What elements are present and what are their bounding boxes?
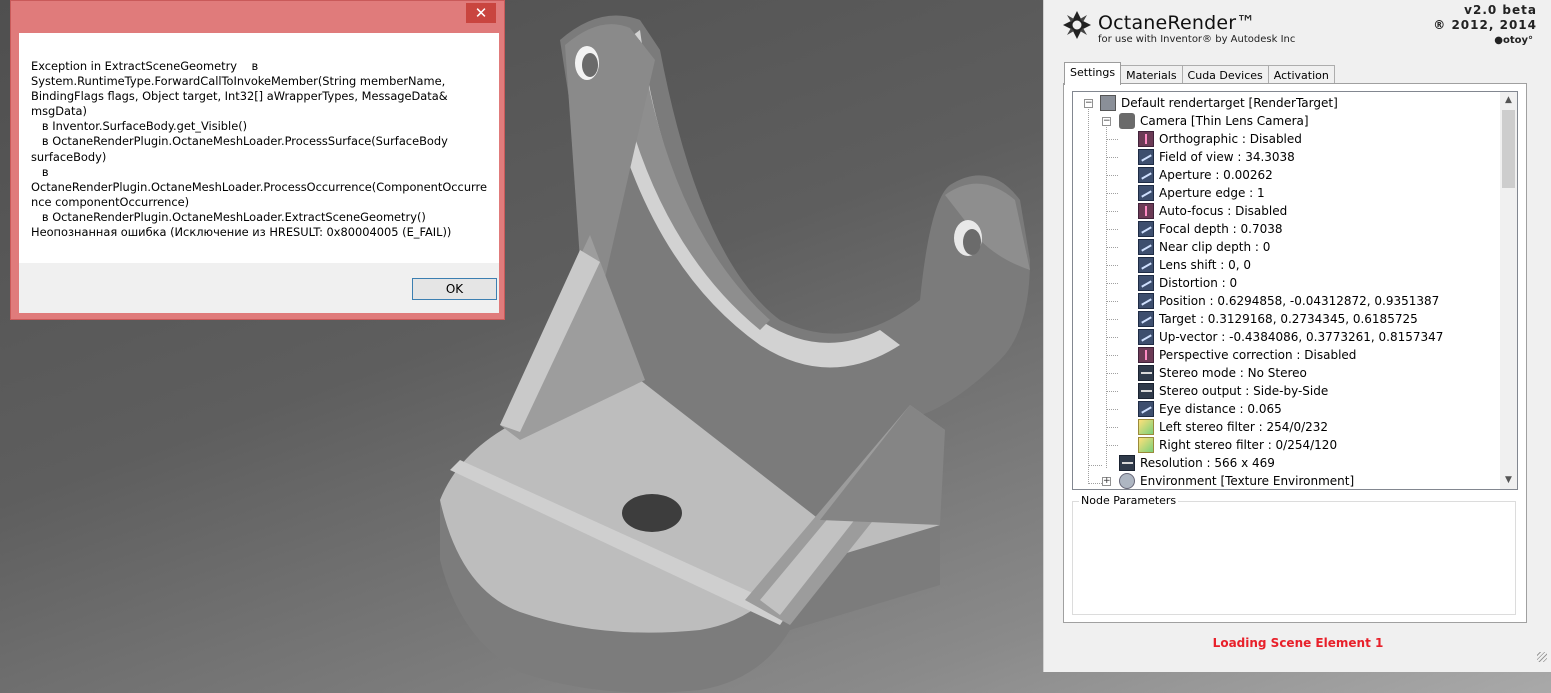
- tree-scrollbar[interactable]: ▲ ▼: [1500, 92, 1517, 489]
- settings-tab-page: − Default rendertarget [RenderTarget] − …: [1063, 83, 1527, 623]
- ok-button[interactable]: OK: [412, 278, 497, 300]
- collapse-icon[interactable]: −: [1102, 117, 1111, 126]
- tab-settings[interactable]: Settings: [1064, 62, 1122, 85]
- tree-node-camera-param[interactable]: Field of view : 34.3038: [1073, 148, 1493, 166]
- tree-node-camera-param[interactable]: Right stereo filter : 0/254/120: [1073, 436, 1493, 454]
- tree-node-label: Aperture edge : 1: [1159, 186, 1265, 200]
- float-icon: [1138, 401, 1154, 417]
- tab-activation[interactable]: Activation: [1267, 65, 1335, 85]
- tree-node-label: Near clip depth : 0: [1159, 240, 1271, 254]
- environment-icon: [1119, 473, 1135, 489]
- tree-node-label: Camera [Thin Lens Camera]: [1140, 114, 1309, 128]
- close-button[interactable]: ✕: [466, 3, 496, 23]
- rendertarget-icon: [1100, 95, 1116, 111]
- tree-node-environment[interactable]: + Environment [Texture Environment]: [1073, 472, 1493, 489]
- tree-node-label: Right stereo filter : 0/254/120: [1159, 438, 1338, 452]
- expand-icon[interactable]: +: [1102, 477, 1111, 486]
- tree-node-label: Field of view : 34.3038: [1159, 150, 1295, 164]
- dialog-body: Exception in ExtractSceneGeometry в Syst…: [19, 33, 499, 263]
- tree-node-label: Eye distance : 0.065: [1159, 402, 1282, 416]
- tree-node-camera-param[interactable]: Orthographic : Disabled: [1073, 130, 1493, 148]
- octane-logo-icon: [1063, 11, 1091, 39]
- scroll-down-icon[interactable]: ▼: [1500, 472, 1517, 489]
- tree-node-camera-param[interactable]: Eye distance : 0.065: [1073, 400, 1493, 418]
- tree-node-label: Position : 0.6294858, -0.04312872, 0.935…: [1159, 294, 1440, 308]
- tree-node-camera-param[interactable]: Up-vector : -0.4384086, 0.3773261, 0.815…: [1073, 328, 1493, 346]
- tree-node-camera-param[interactable]: Stereo mode : No Stereo: [1073, 364, 1493, 382]
- tree-node-label: Perspective correction : Disabled: [1159, 348, 1357, 362]
- tree-node-label: Default rendertarget [RenderTarget]: [1121, 96, 1338, 110]
- tree-node-label: Stereo mode : No Stereo: [1159, 366, 1307, 380]
- copyright-label: ® 2012, 2014: [1433, 18, 1537, 32]
- tab-materials[interactable]: Materials: [1120, 65, 1183, 85]
- float-icon: [1138, 293, 1154, 309]
- resize-grip-icon[interactable]: [1537, 652, 1547, 662]
- otoy-logo: ●otoy°: [1494, 35, 1533, 46]
- tree-node-label: Environment [Texture Environment]: [1140, 474, 1355, 488]
- error-message: Exception in ExtractSceneGeometry в Syst…: [31, 59, 487, 240]
- tree-node-camera[interactable]: − Camera [Thin Lens Camera]: [1073, 112, 1493, 130]
- float-icon: [1138, 311, 1154, 327]
- filter-icon: [1138, 419, 1154, 435]
- scroll-thumb[interactable]: [1502, 110, 1515, 188]
- tree-node-camera-param[interactable]: Aperture : 0.00262: [1073, 166, 1493, 184]
- tree-node-label: Lens shift : 0, 0: [1159, 258, 1252, 272]
- tree-node-label: Aperture : 0.00262: [1159, 168, 1273, 182]
- tree-node-camera-param[interactable]: Stereo output : Side-by-Side: [1073, 382, 1493, 400]
- float-icon: [1138, 239, 1154, 255]
- tree-node-label: Distortion : 0: [1159, 276, 1238, 290]
- float-icon: [1138, 275, 1154, 291]
- tab-bar: Settings Materials Cuda Devices Activati…: [1064, 62, 1335, 85]
- scroll-up-icon[interactable]: ▲: [1500, 92, 1517, 109]
- tree-node-camera-param[interactable]: Aperture edge : 1: [1073, 184, 1493, 202]
- app-title: OctaneRender™: [1098, 12, 1256, 34]
- float-icon: [1138, 257, 1154, 273]
- error-dialog: ✕ Exception in ExtractSceneGeometry в Sy…: [10, 0, 505, 320]
- tree-node-camera-param[interactable]: Lens shift : 0, 0: [1073, 256, 1493, 274]
- float-icon: [1138, 149, 1154, 165]
- tree-node-camera-param[interactable]: Position : 0.6294858, -0.04312872, 0.935…: [1073, 292, 1493, 310]
- tree-node-label: Focal depth : 0.7038: [1159, 222, 1283, 236]
- float-icon: [1138, 167, 1154, 183]
- tree-node-camera-param[interactable]: Auto-focus : Disabled: [1073, 202, 1493, 220]
- app-subtitle: for use with Inventor® by Autodesk Inc: [1098, 34, 1296, 45]
- tree-node-resolution[interactable]: Resolution : 566 x 469: [1073, 454, 1493, 472]
- filter-icon: [1138, 437, 1154, 453]
- tree-node-label: Auto-focus : Disabled: [1159, 204, 1288, 218]
- version-label: v2.0 beta: [1464, 3, 1537, 17]
- tree-node-camera-param[interactable]: Left stereo filter : 254/0/232: [1073, 418, 1493, 436]
- status-text: Loading Scene Element 1: [1212, 636, 1384, 650]
- float-icon: [1138, 185, 1154, 201]
- tab-cuda-devices[interactable]: Cuda Devices: [1181, 65, 1269, 85]
- tree-node-label: Stereo output : Side-by-Side: [1159, 384, 1329, 398]
- tree-node-label: Target : 0.3129168, 0.2734345, 0.6185725: [1159, 312, 1418, 326]
- tree-node-label: Orthographic : Disabled: [1159, 132, 1302, 146]
- tree-node-camera-param[interactable]: Perspective correction : Disabled: [1073, 346, 1493, 364]
- float-icon: [1138, 329, 1154, 345]
- bool-icon: [1138, 347, 1154, 363]
- camera-icon: [1119, 113, 1135, 129]
- tree-node-camera-param[interactable]: Near clip depth : 0: [1073, 238, 1493, 256]
- collapse-icon[interactable]: −: [1084, 99, 1093, 108]
- tree-node-camera-param[interactable]: Target : 0.3129168, 0.2734345, 0.6185725: [1073, 310, 1493, 328]
- tree-node-camera-param[interactable]: Distortion : 0: [1073, 274, 1493, 292]
- tree-node-camera-param[interactable]: Focal depth : 0.7038: [1073, 220, 1493, 238]
- node-parameters-group: Node Parameters: [1072, 494, 1516, 615]
- dialog-footer: OK: [19, 263, 499, 313]
- settings-tree[interactable]: − Default rendertarget [RenderTarget] − …: [1072, 91, 1518, 490]
- octane-panel: OctaneRender™ for use with Inventor® by …: [1043, 0, 1551, 672]
- enum-icon: [1138, 383, 1154, 399]
- resolution-icon: [1119, 455, 1135, 471]
- tree-node-label: Left stereo filter : 254/0/232: [1159, 420, 1329, 434]
- float-icon: [1138, 221, 1154, 237]
- tree-node-label: Up-vector : -0.4384086, 0.3773261, 0.815…: [1159, 330, 1444, 344]
- enum-icon: [1138, 365, 1154, 381]
- node-parameters-title: Node Parameters: [1079, 494, 1179, 507]
- bool-icon: [1138, 203, 1154, 219]
- bool-icon: [1138, 131, 1154, 147]
- tree-node-rendertarget[interactable]: − Default rendertarget [RenderTarget]: [1073, 94, 1493, 112]
- tree-node-label: Resolution : 566 x 469: [1140, 456, 1275, 470]
